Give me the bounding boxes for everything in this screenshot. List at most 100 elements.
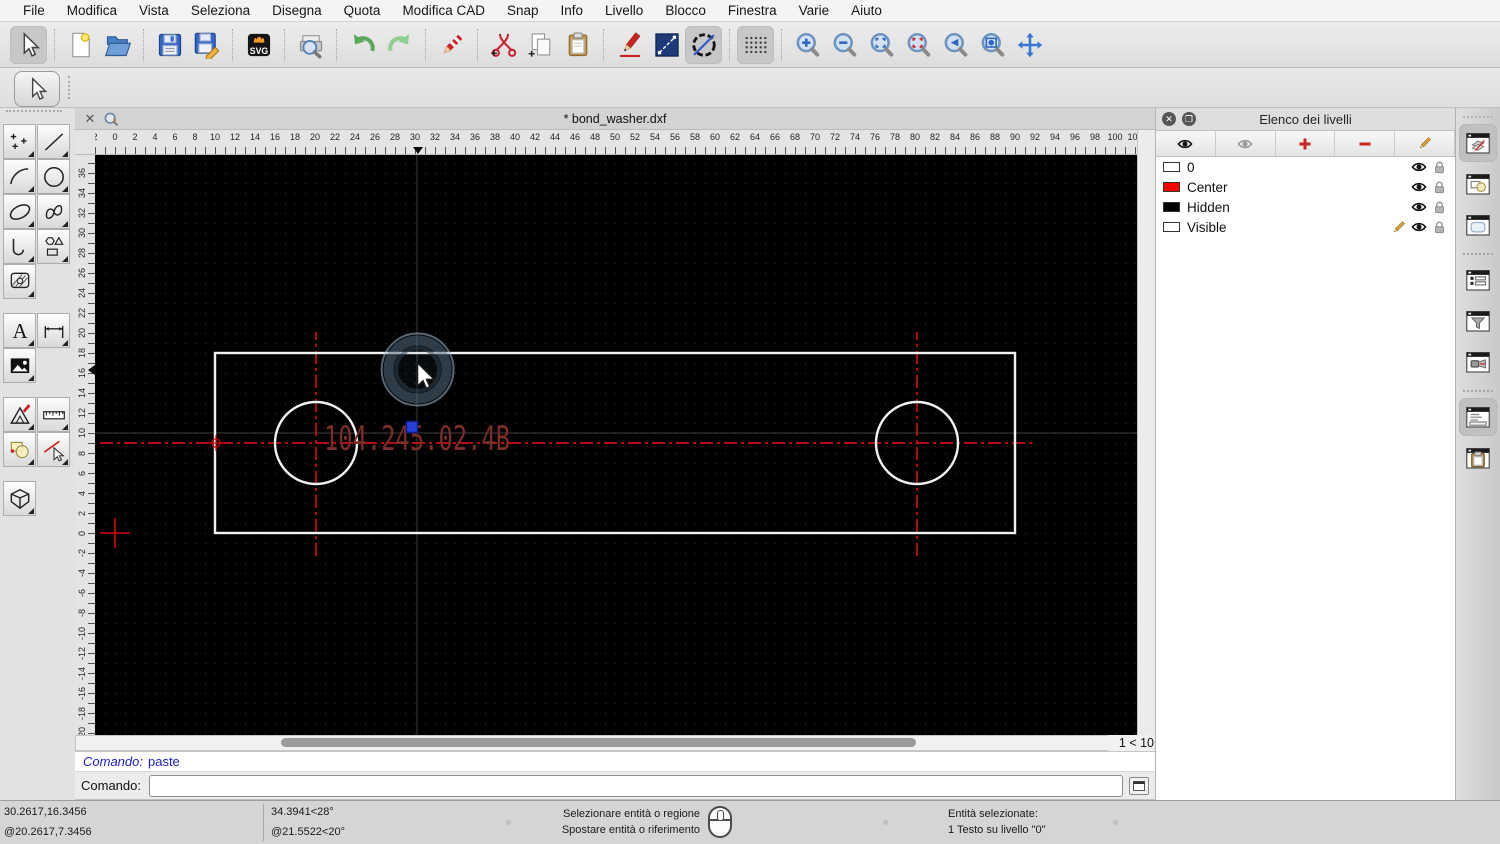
undo-button[interactable] bbox=[344, 26, 381, 64]
pan-button[interactable] bbox=[1011, 26, 1048, 64]
tool-line-button[interactable] bbox=[37, 124, 70, 159]
zoom-out-button[interactable] bbox=[826, 26, 863, 64]
layer-row-hidden[interactable]: Hidden bbox=[1156, 197, 1455, 217]
redo-button[interactable] bbox=[381, 26, 418, 64]
tool-arc-button[interactable] bbox=[3, 159, 36, 194]
ruler-label: 18 bbox=[77, 348, 87, 359]
layer-row-0[interactable]: 0 bbox=[1156, 157, 1455, 177]
construction-line-button[interactable] bbox=[685, 25, 722, 64]
absolute-coordinates: 30.2617,16.3456 bbox=[4, 806, 87, 818]
tool-box3d-button[interactable] bbox=[3, 481, 36, 516]
pen-edit-button[interactable] bbox=[611, 26, 648, 64]
command-input[interactable] bbox=[148, 774, 1123, 797]
menu-disegna[interactable]: Disegna bbox=[261, 0, 333, 22]
menu-varie[interactable]: Varie bbox=[788, 0, 841, 22]
tool-modify-select-button[interactable] bbox=[37, 432, 70, 467]
zoom-auto-icon bbox=[870, 32, 893, 57]
dock-command-widget-button[interactable] bbox=[1459, 398, 1497, 436]
eye-icon bbox=[1237, 139, 1253, 148]
layer-row-center[interactable]: Center bbox=[1156, 177, 1455, 197]
tool-measure-button[interactable] bbox=[37, 397, 70, 432]
tool-polyline-button[interactable] bbox=[3, 229, 36, 264]
tool-polygon-button[interactable] bbox=[37, 229, 70, 264]
show-all-layers-button[interactable] bbox=[1156, 131, 1216, 156]
menu-seleziona[interactable]: Seleziona bbox=[180, 0, 261, 22]
dock-entity-filter-button[interactable] bbox=[1459, 302, 1497, 340]
save-button[interactable] bbox=[151, 26, 188, 64]
dock-entity-list-button[interactable] bbox=[1459, 261, 1497, 299]
dock-library-browser-button[interactable] bbox=[1459, 206, 1497, 244]
new-button[interactable] bbox=[62, 26, 99, 64]
paste-button[interactable] bbox=[559, 26, 596, 64]
menu-aiuto[interactable]: Aiuto bbox=[840, 0, 893, 22]
flyout-indicator bbox=[28, 291, 34, 297]
tool-explode-button[interactable] bbox=[3, 432, 36, 467]
hide-all-layers-button[interactable] bbox=[1215, 131, 1276, 156]
vertical-scrollbar[interactable] bbox=[1137, 130, 1155, 735]
grid-toggle-button[interactable] bbox=[737, 25, 774, 64]
dock-command-icon bbox=[1466, 407, 1490, 428]
vertical-ruler: -20 -18 -16 -14 -12 -10 -8 -6 -4 -2 0 2 4 6 8 10 12 14 16 1… bbox=[75, 155, 95, 735]
hint-line-1: Selezionare entità o regione bbox=[563, 808, 700, 820]
command-history-value: paste bbox=[147, 754, 180, 769]
tool-hatch-button[interactable] bbox=[3, 264, 36, 299]
menu-file[interactable]: File bbox=[12, 0, 56, 22]
menu-vista[interactable]: Vista bbox=[128, 0, 180, 22]
print-preview-button[interactable] bbox=[292, 26, 329, 64]
zoom-window-button[interactable] bbox=[974, 26, 1011, 64]
drawing-canvas[interactable]: 104.245.02.4B bbox=[95, 155, 1137, 735]
dock-status-widget-button[interactable] bbox=[1459, 343, 1497, 381]
dock-layer-list-button[interactable] bbox=[1459, 124, 1497, 162]
tool-points-button[interactable] bbox=[3, 124, 36, 159]
ruler-label: 60 bbox=[709, 132, 720, 142]
scrollbar-thumb[interactable] bbox=[281, 738, 916, 747]
ruler-corner bbox=[75, 130, 95, 155]
ruler-label: 90 bbox=[1009, 132, 1020, 142]
selection-tool-button[interactable] bbox=[14, 71, 60, 107]
copy-button[interactable] bbox=[522, 26, 559, 64]
text-insertion-handle[interactable] bbox=[405, 420, 419, 434]
tool-image-button[interactable] bbox=[3, 348, 36, 383]
remove-layer-button[interactable] bbox=[1335, 131, 1396, 156]
menu-modifica[interactable]: Modifica bbox=[56, 0, 128, 22]
ruler-label: 74 bbox=[849, 132, 860, 142]
delete-button[interactable] bbox=[433, 26, 470, 64]
zoom-previous-button[interactable] bbox=[937, 26, 974, 64]
layer-row-visible[interactable]: Visible bbox=[1156, 217, 1455, 237]
statusbar-grip bbox=[883, 820, 888, 825]
menu-finestra[interactable]: Finestra bbox=[717, 0, 788, 22]
cut-button[interactable] bbox=[485, 26, 522, 64]
select-button[interactable] bbox=[10, 25, 47, 64]
zoom-in-button[interactable] bbox=[789, 26, 826, 64]
add-layer-button[interactable] bbox=[1275, 131, 1336, 156]
ruler-label: -8 bbox=[77, 609, 87, 618]
svg-export-button[interactable]: SVG bbox=[240, 26, 277, 64]
toolbar-handle bbox=[6, 110, 62, 122]
ruler-label: 56 bbox=[669, 132, 680, 142]
open-button[interactable] bbox=[99, 26, 136, 64]
tool-ellipse-button[interactable] bbox=[3, 194, 36, 229]
menu-quota[interactable]: Quota bbox=[333, 0, 392, 22]
ruler-label: 2 bbox=[77, 510, 87, 516]
menu-livello[interactable]: Livello bbox=[594, 0, 654, 22]
dock-handle bbox=[1463, 116, 1493, 118]
save-as-button[interactable] bbox=[188, 26, 225, 64]
menu-blocco[interactable]: Blocco bbox=[654, 0, 717, 22]
menu-snap[interactable]: Snap bbox=[496, 0, 550, 22]
edit-layer-button[interactable] bbox=[1395, 131, 1455, 156]
tool-text-button[interactable]: A bbox=[3, 313, 36, 348]
cut-icon bbox=[490, 33, 516, 57]
command-popup-button[interactable] bbox=[1129, 776, 1149, 795]
zoom-selection-button[interactable] bbox=[900, 26, 937, 64]
menu-info[interactable]: Info bbox=[550, 0, 595, 22]
tool-spline-button[interactable] bbox=[37, 194, 70, 229]
menu-modifica-cad[interactable]: Modifica CAD bbox=[391, 0, 496, 22]
tool-dimension-button[interactable] bbox=[37, 313, 70, 348]
tool-circle-button[interactable] bbox=[37, 159, 70, 194]
line-normal-button[interactable] bbox=[648, 26, 685, 64]
tool-modify-button[interactable] bbox=[3, 397, 36, 432]
dock-block-list-button[interactable] bbox=[1459, 165, 1497, 203]
dock-clipboard-widget-button[interactable] bbox=[1459, 439, 1497, 477]
horizontal-scrollbar[interactable] bbox=[75, 735, 1115, 751]
zoom-auto-button[interactable] bbox=[863, 26, 900, 64]
